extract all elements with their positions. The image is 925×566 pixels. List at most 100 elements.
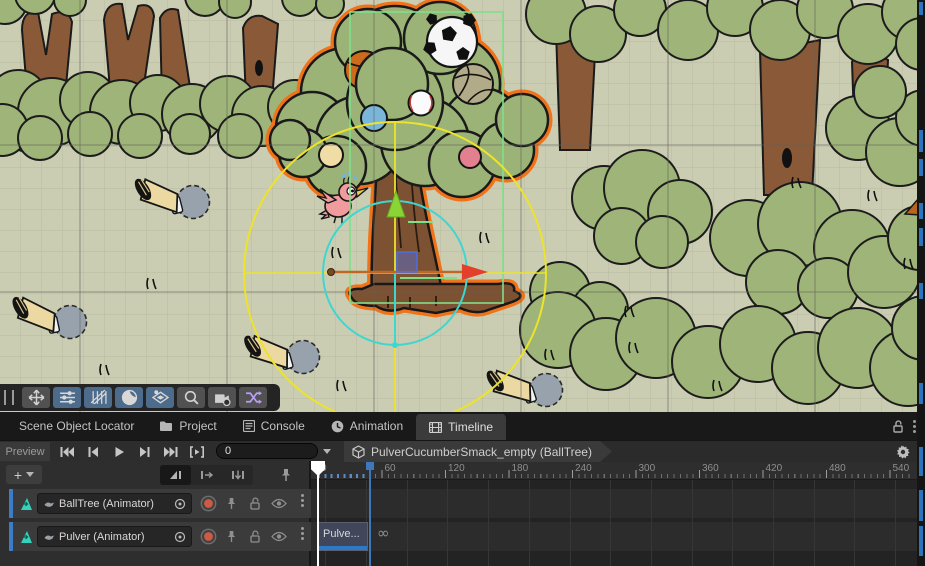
track-row-pulver[interactable]: Pulver (Animator) xyxy=(0,522,311,551)
tab-label: Timeline xyxy=(448,420,493,434)
breadcrumb[interactable]: PulverCucumberSmack_empty (BallTree) xyxy=(344,441,612,462)
folder-icon xyxy=(160,421,173,432)
panel-tab-bar: Scene Object Locator Project Console Ani… xyxy=(0,412,925,440)
ruler-major-ticks xyxy=(318,470,914,478)
sliders-icon xyxy=(59,389,76,406)
tab-console[interactable]: Console xyxy=(230,412,318,440)
step-forward-icon xyxy=(138,446,152,458)
step-back-button[interactable] xyxy=(80,442,106,461)
lock-icon xyxy=(249,530,261,543)
timeline-ruler[interactable]: 060120180240300360420480540 xyxy=(311,461,917,480)
right-edge-scroll-strip[interactable] xyxy=(917,0,925,566)
ruler-label: 480 xyxy=(829,463,846,474)
track-pin-button[interactable] xyxy=(223,530,241,543)
ruler-label: 60 xyxy=(385,463,396,474)
transport-controls xyxy=(54,442,210,461)
scene-view[interactable] xyxy=(0,0,925,412)
ripple-mode-button[interactable] xyxy=(191,465,222,485)
gear-icon xyxy=(896,445,910,459)
frame-field[interactable]: 0 xyxy=(216,443,318,459)
ruler-label: 240 xyxy=(575,463,592,474)
kebab-menu-icon[interactable] xyxy=(913,420,916,423)
shuffle-icon xyxy=(245,389,262,406)
play-range-button[interactable] xyxy=(184,442,210,461)
pin-icon xyxy=(280,468,292,482)
gear-button[interactable] xyxy=(896,441,910,462)
shuffle-tool-button[interactable] xyxy=(239,387,267,408)
moon-tool-button[interactable] xyxy=(115,387,143,408)
breadcrumb-label: PulverCucumberSmack_empty (BallTree) xyxy=(371,445,592,459)
record-button[interactable] xyxy=(200,528,217,545)
skip-start-button[interactable] xyxy=(54,442,80,461)
tab-label: Console xyxy=(261,419,305,433)
toolbar-drag-handle[interactable] xyxy=(4,390,14,405)
tab-label: Scene Object Locator xyxy=(19,419,134,433)
bird-binding-icon xyxy=(43,531,55,543)
move-icon xyxy=(29,390,44,405)
track-lock-button[interactable] xyxy=(246,497,264,510)
marker-pin-button[interactable] xyxy=(274,465,298,485)
pink-ball xyxy=(459,146,481,168)
animator-binding-field[interactable]: BallTree (Animator) xyxy=(37,493,192,514)
plus-icon: + xyxy=(14,468,22,482)
animation-track-icon xyxy=(18,529,33,544)
animator-binding-field[interactable]: Pulver (Animator) xyxy=(37,526,192,547)
preview-toggle-button[interactable]: Preview xyxy=(0,442,50,461)
eye-icon xyxy=(271,531,287,542)
pulver-animation-clip[interactable]: Pulve... xyxy=(317,522,368,551)
camera-tool-button[interactable] xyxy=(208,387,236,408)
tab-scene-object-locator[interactable]: Scene Object Locator xyxy=(6,412,147,440)
mix-mode-icon xyxy=(168,469,184,481)
replace-mode-icon xyxy=(230,469,246,481)
track-pin-button[interactable] xyxy=(223,497,241,510)
scene-canvas[interactable] xyxy=(0,0,925,412)
baseball xyxy=(409,91,434,116)
track-lane-pulver[interactable] xyxy=(311,522,917,551)
scene-toolbar[interactable] xyxy=(0,384,280,411)
search-icon xyxy=(183,389,200,406)
ruler-label: 540 xyxy=(893,463,910,474)
track-row-balltree[interactable]: BallTree (Animator) xyxy=(0,489,311,518)
add-track-button[interactable]: + xyxy=(6,465,42,484)
eye-icon xyxy=(271,498,287,509)
timeline-clip-area[interactable]: 060120180240300360420480540 Pulve... ∞ xyxy=(311,461,917,566)
tab-timeline[interactable]: Timeline xyxy=(416,414,506,440)
record-icon xyxy=(200,495,217,512)
tilemap-tool-button[interactable] xyxy=(84,387,112,408)
track-lock-button[interactable] xyxy=(246,530,264,543)
replace-mode-button[interactable] xyxy=(222,465,253,485)
search-tool-button[interactable] xyxy=(177,387,205,408)
clock-icon xyxy=(331,420,344,433)
tab-label: Project xyxy=(179,419,216,433)
tab-label: Animation xyxy=(350,419,403,433)
frame-field-dropdown-icon[interactable] xyxy=(323,449,331,454)
unlock-icon[interactable] xyxy=(892,420,904,433)
target-icon[interactable] xyxy=(174,531,186,543)
mix-mode-button[interactable] xyxy=(160,465,191,485)
layers-tool-button[interactable] xyxy=(146,387,174,408)
track-lane-balltree[interactable] xyxy=(311,489,917,518)
plane-handle[interactable] xyxy=(397,252,417,272)
target-icon[interactable] xyxy=(174,498,186,510)
sliders-tool-button[interactable] xyxy=(53,387,81,408)
track-mute-eye-button[interactable] xyxy=(270,531,288,542)
record-button[interactable] xyxy=(200,495,217,512)
skip-end-button[interactable] xyxy=(158,442,184,461)
track-mute-eye-button[interactable] xyxy=(270,498,288,509)
ruler-label: 120 xyxy=(448,463,465,474)
tilemap-icon xyxy=(90,389,107,406)
film-icon xyxy=(429,422,442,433)
ruler-label: 300 xyxy=(639,463,656,474)
play-button[interactable] xyxy=(106,442,132,461)
infinity-icon: ∞ xyxy=(377,524,390,542)
move-tool-button[interactable] xyxy=(22,387,50,408)
track-name: BallTree (Animator) xyxy=(59,498,170,510)
tab-project[interactable]: Project xyxy=(147,412,229,440)
tab-animation[interactable]: Animation xyxy=(318,412,416,440)
cube-icon xyxy=(352,445,365,459)
dropdown-caret-icon xyxy=(26,472,34,477)
step-back-icon xyxy=(86,446,100,458)
pin-icon xyxy=(226,530,237,543)
timeline-end-marker[interactable] xyxy=(366,461,374,470)
step-forward-button[interactable] xyxy=(132,442,158,461)
